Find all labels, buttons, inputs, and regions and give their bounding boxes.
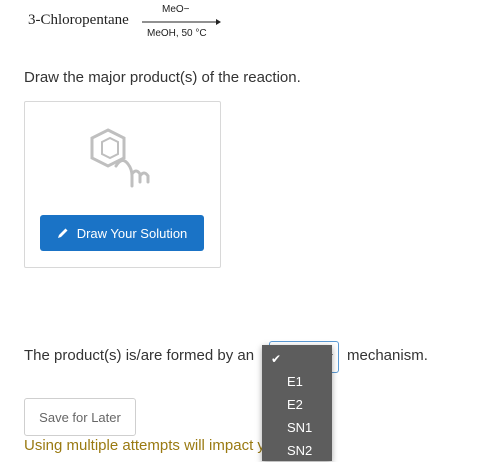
mechanism-prompt: The product(s) is/are formed by an xyxy=(24,347,255,364)
mechanism-option-e2[interactable]: E2 xyxy=(262,394,332,416)
mechanism-option-blank[interactable]: ✔ xyxy=(262,348,332,370)
mechanism-option-sn2[interactable]: SN2 xyxy=(262,440,332,462)
pencil-icon xyxy=(57,228,68,238)
save-for-later-button[interactable]: Save for Later xyxy=(24,398,136,436)
mechanism-option-sn1[interactable]: SN1 xyxy=(262,417,332,439)
reagent-bottom: MeOH, 50 °C xyxy=(147,28,207,39)
reaction-arrow-icon xyxy=(142,19,221,25)
draw-solution-button[interactable]: Draw Your Solution xyxy=(40,215,204,251)
reagent-top: MeO− xyxy=(162,4,190,15)
mechanism-option-e1[interactable]: E1 xyxy=(262,371,332,393)
save-for-later-label: Save for Later xyxy=(39,409,121,425)
question-prompt: Draw the major product(s) of the reactio… xyxy=(24,69,301,86)
reactant-name: 3-Chloropentane xyxy=(28,12,129,28)
molecule-drawing-icon xyxy=(90,128,150,188)
mechanism-dropdown-menu: ✔ E1 E2 SN1 SN2 xyxy=(262,345,332,461)
mechanism-suffix: mechanism. xyxy=(347,347,428,364)
checkmark-icon: ✔ xyxy=(271,352,282,366)
draw-solution-label: Draw Your Solution xyxy=(76,225,188,241)
